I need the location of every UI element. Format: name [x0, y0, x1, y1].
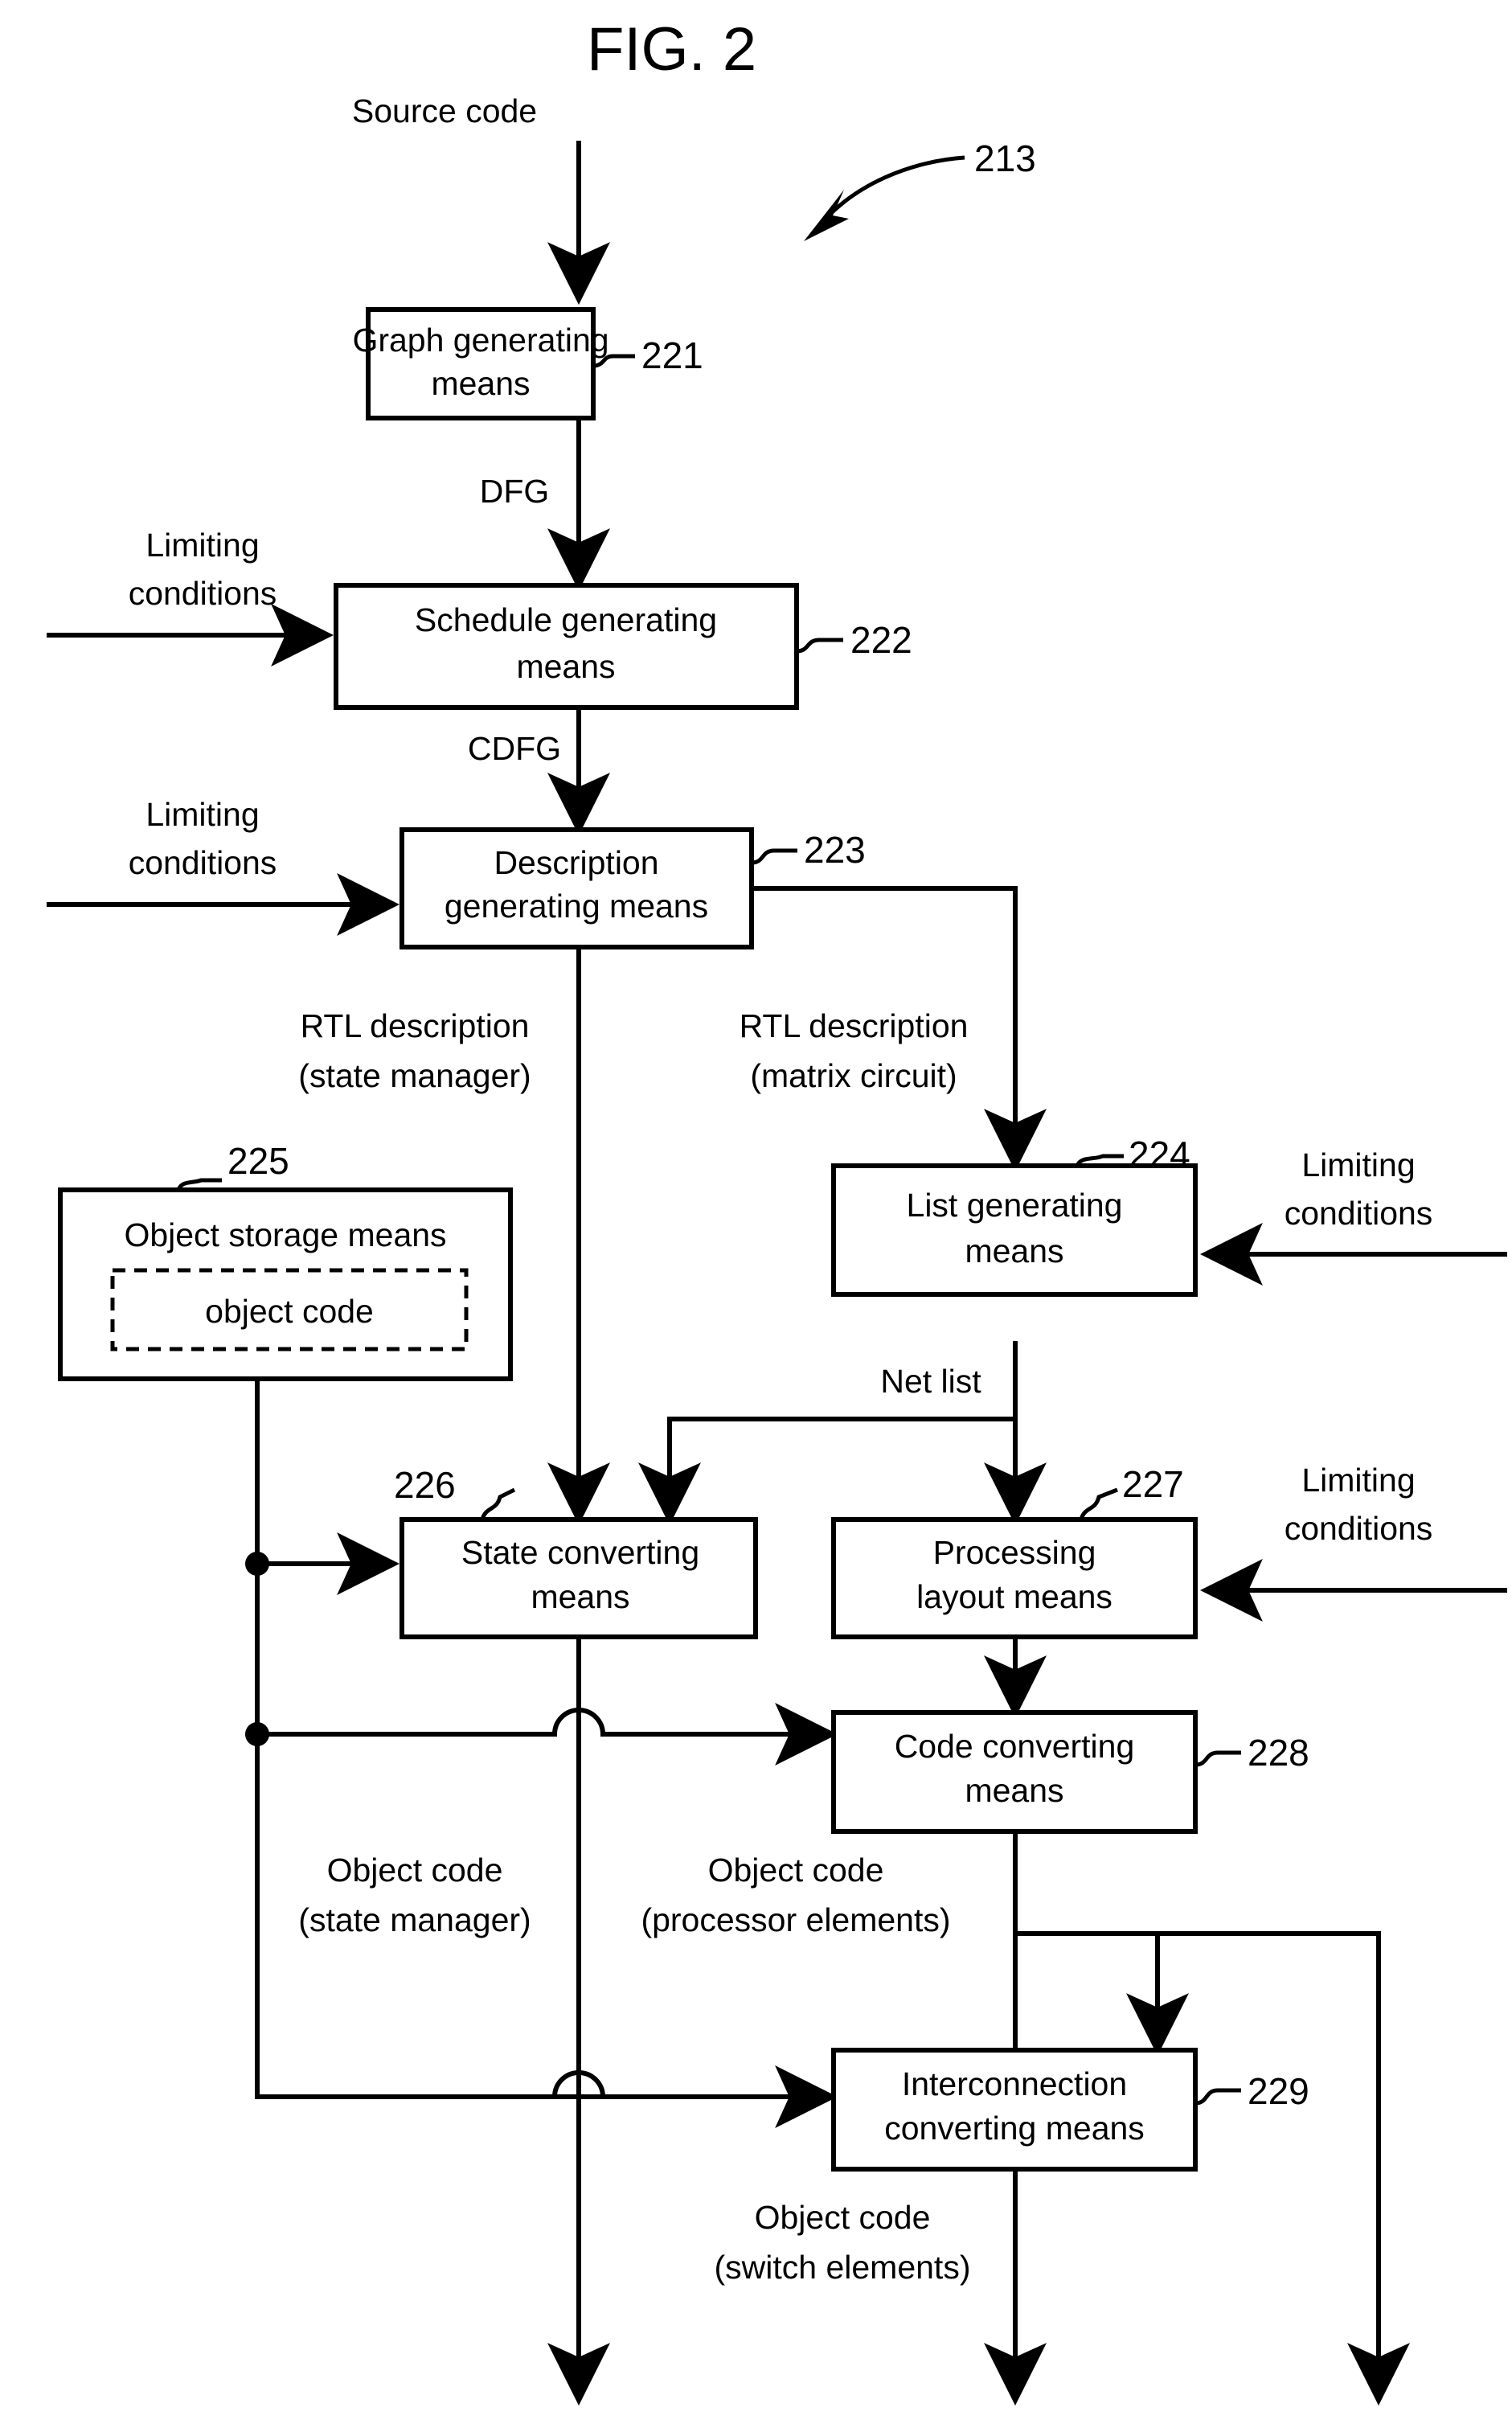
box-processing-layout-means-line2: layout means [916, 1578, 1112, 1615]
ref-222: 222 [850, 619, 912, 661]
arrowhead-213 [804, 190, 849, 241]
box-description-generating-means[interactable]: Description generating means [400, 827, 754, 949]
lead-line-228 [1194, 1750, 1241, 1767]
box-code-converting-means-line1: Code converting [895, 1728, 1135, 1765]
box-interconnection-converting-means-line2: converting means [884, 2110, 1145, 2147]
box-state-converting-means-line1: State converting [461, 1534, 699, 1571]
ref-213: 213 [974, 137, 1036, 179]
box-processing-layout-means[interactable]: Processing layout means [831, 1517, 1198, 1639]
label-limiting-conditions-1-line2: conditions [129, 575, 277, 612]
ref-225: 225 [227, 1140, 289, 1182]
box-list-generating-means[interactable]: List generating means [831, 1163, 1198, 1297]
box-object-code-inner-label: object code [205, 1293, 374, 1330]
ref-227: 227 [1122, 1463, 1184, 1505]
ref-224: 224 [1129, 1134, 1190, 1175]
wire-rail-to-code-converting [257, 1703, 838, 1766]
label-limiting-conditions-2-line1: Limiting [145, 796, 259, 833]
ref-228: 228 [1248, 1732, 1309, 1774]
label-object-code-processor-elements-line1: Object code [708, 1852, 884, 1889]
box-code-converting-means[interactable]: Code converting means [831, 1710, 1198, 1834]
label-net-list: Net list [880, 1363, 981, 1400]
label-limiting-conditions-2-line2: conditions [129, 844, 277, 881]
label-object-code-state-manager-line1: Object code [327, 1852, 503, 1889]
label-object-code-switch-elements-line1: Object code [755, 2199, 931, 2236]
label-rtl-matrix-circuit-line2: (matrix circuit) [750, 1057, 957, 1094]
box-list-generating-means-line1: List generating [907, 1187, 1123, 1224]
label-cdfg: CDFG [468, 730, 561, 767]
ref-221: 221 [641, 334, 703, 376]
box-code-converting-means-line2: means [965, 1772, 1063, 1809]
lead-line-226 [480, 1487, 516, 1520]
lead-line-223 [751, 848, 797, 865]
box-description-generating-means-line2: generating means [445, 888, 708, 925]
box-schedule-generating-means-line2: means [516, 648, 615, 685]
box-list-generating-means-line2: means [965, 1232, 1063, 1269]
label-object-code-processor-elements-line2: (processor elements) [641, 1901, 950, 1938]
junction-dot-state-converting [245, 1552, 269, 1576]
figure-canvas: FIG. 2 Graph generating means 221 Schedu… [47, 15, 1507, 2406]
label-dfg: DFG [480, 473, 550, 510]
lead-line-227 [1079, 1487, 1118, 1520]
ref-229: 229 [1248, 2070, 1309, 2112]
box-graph-generating-means[interactable]: Graph generating means [352, 307, 609, 420]
box-object-storage-means-label: Object storage means [124, 1216, 446, 1253]
patent-figure-2: FIG. 2 Graph generating means 221 Schedu… [0, 0, 1512, 2428]
box-graph-generating-means-line1: Graph generating [352, 322, 608, 359]
ref-226: 226 [394, 1464, 456, 1506]
figure-title: FIG. 2 [587, 15, 756, 84]
wire-object-storage-rail [255, 1379, 838, 2128]
label-rtl-state-manager-line2: (state manager) [298, 1057, 531, 1094]
label-limiting-conditions-4-line2: conditions [1285, 1510, 1433, 1547]
label-rtl-matrix-circuit-line1: RTL description [740, 1007, 969, 1044]
box-state-converting-means[interactable]: State converting means [400, 1517, 758, 1639]
label-source-code: Source code [352, 92, 537, 129]
label-rtl-state-manager-line1: RTL description [301, 1007, 530, 1044]
box-list-generating-means-rect [831, 1163, 1198, 1297]
label-limiting-conditions-3-line1: Limiting [1301, 1146, 1415, 1183]
label-limiting-conditions-4-line1: Limiting [1301, 1462, 1415, 1499]
lead-line-229 [1194, 2088, 1241, 2106]
box-state-converting-means-line2: means [531, 1578, 629, 1615]
label-object-code-switch-elements-line2: (switch elements) [715, 2249, 971, 2286]
label-limiting-conditions-3-line2: conditions [1285, 1195, 1433, 1232]
lead-line-222 [796, 638, 843, 654]
box-schedule-generating-means[interactable]: Schedule generating means [334, 583, 799, 710]
box-interconnection-converting-means-line1: Interconnection [902, 2065, 1127, 2102]
label-limiting-conditions-1-line1: Limiting [145, 527, 259, 564]
wire-netlist-to-state-converting [638, 1417, 1015, 1526]
junction-dot-code-converting [245, 1722, 269, 1746]
box-interconnection-converting-means[interactable]: Interconnection converting means [831, 2048, 1198, 2172]
box-object-storage-means[interactable]: Object storage means object code [58, 1187, 513, 1381]
box-description-generating-means-line1: Description [494, 844, 658, 881]
ref-223: 223 [804, 829, 866, 871]
box-processing-layout-means-line1: Processing [933, 1534, 1096, 1571]
label-object-code-state-manager-line2: (state manager) [298, 1901, 531, 1938]
box-graph-generating-means-line2: means [431, 365, 530, 402]
box-schedule-generating-means-line1: Schedule generating [415, 601, 717, 638]
